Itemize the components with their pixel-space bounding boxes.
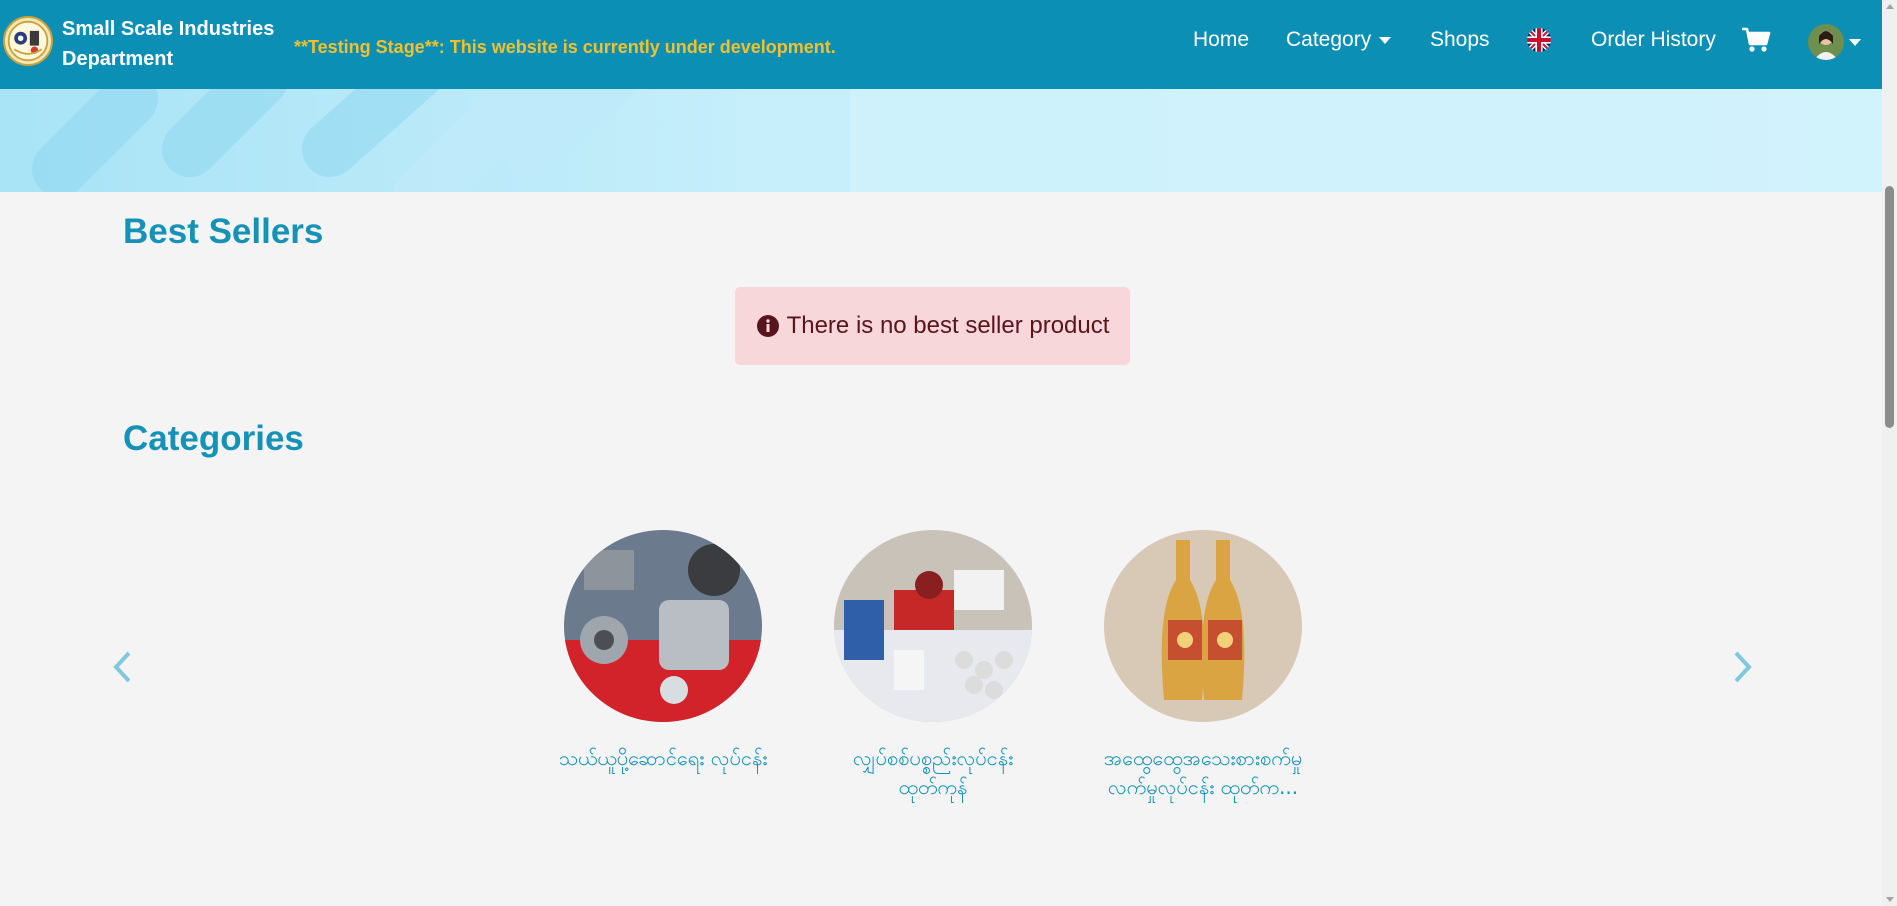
page-scrollbar[interactable] xyxy=(1882,0,1897,906)
user-menu[interactable] xyxy=(1808,24,1864,60)
category-label: လျှပ်စစ်ပစ္စည်းလုပ်ငန်း ထုတ်ကုန် xyxy=(852,746,1014,799)
brand-line-2: Department xyxy=(62,48,174,70)
nav-home[interactable]: Home xyxy=(1193,28,1249,52)
chevron-left-icon[interactable] xyxy=(110,650,136,684)
top-navbar: Small Scale Industries Department **Test… xyxy=(0,0,1882,89)
category-label: သယ်ယူပို့ဆောင်ရေး လုပ်ငန်း xyxy=(558,746,768,770)
scroll-down-arrow-icon[interactable] xyxy=(1886,897,1894,902)
category-image-vases xyxy=(1104,530,1302,722)
department-logo-icon[interactable] xyxy=(3,16,53,66)
nav-shops[interactable]: Shops xyxy=(1430,28,1490,52)
cart-icon[interactable] xyxy=(1741,27,1771,53)
testing-notice: **Testing Stage**: This website is curre… xyxy=(294,37,836,57)
category-label: အထွေထွေအသေးစားစက်မှု လက်မှုလုပ်ငန်း ထုတ်… xyxy=(1103,746,1303,799)
scrollbar-thumb[interactable] xyxy=(1885,186,1894,428)
brand-name[interactable]: Small Scale Industries Department xyxy=(62,14,292,74)
scroll-up-arrow-icon[interactable] xyxy=(1886,4,1894,9)
uk-flag-icon[interactable] xyxy=(1527,28,1551,52)
category-card-handicraft[interactable]: အထွေထွေအသေးစားစက်မှု လက်မှုလုပ်ငန်း ထုတ်… xyxy=(1093,530,1313,802)
nav-category-label: Category xyxy=(1286,28,1372,51)
info-circle-icon xyxy=(756,315,779,337)
chevron-down-icon xyxy=(1379,36,1392,44)
user-avatar xyxy=(1808,24,1844,60)
category-card-transport[interactable]: သယ်ယူပို့ဆောင်ရေး လုပ်ငန်း xyxy=(553,530,773,773)
no-best-seller-alert: There is no best seller product xyxy=(735,287,1130,365)
chevron-right-icon[interactable] xyxy=(1729,650,1755,684)
category-image-electrical-products xyxy=(834,530,1032,722)
best-sellers-title: Best Sellers xyxy=(123,212,324,251)
category-card-electrical[interactable]: လျှပ်စစ်ပစ္စည်းလုပ်ငန်း ထုတ်ကုန် xyxy=(823,530,1043,802)
chevron-down-icon xyxy=(1849,38,1861,46)
nav-category-dropdown[interactable]: Category xyxy=(1286,28,1392,52)
nav-order-history[interactable]: Order History xyxy=(1591,28,1716,52)
alert-message: There is no best seller product xyxy=(786,312,1110,339)
category-image-engine-parts xyxy=(564,530,762,722)
brand-line-1: Small Scale Industries xyxy=(62,18,275,40)
hero-banner xyxy=(0,89,1882,192)
categories-title: Categories xyxy=(123,419,304,458)
